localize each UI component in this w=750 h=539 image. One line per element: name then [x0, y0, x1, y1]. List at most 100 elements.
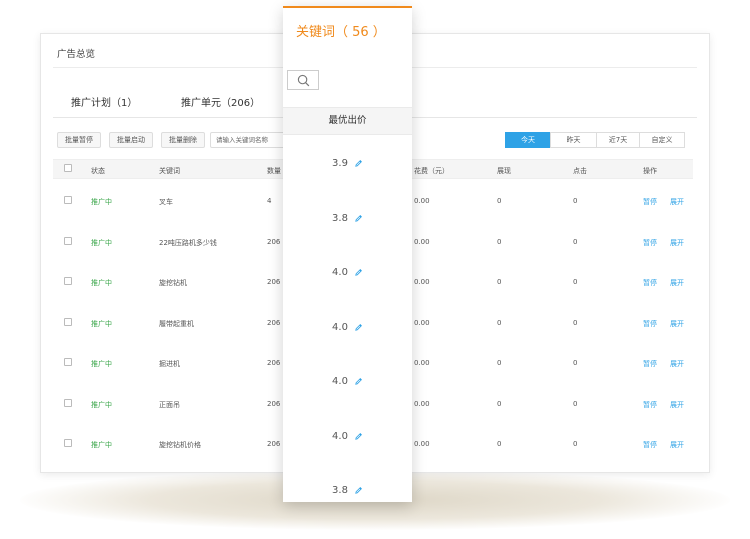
- bid-price-value: 3.9: [332, 158, 348, 169]
- status-text: 推广中: [91, 401, 112, 409]
- status-text: 推广中: [91, 279, 112, 287]
- bid-price-row: 3.9: [283, 158, 412, 169]
- bid-price-row: 4.0: [283, 376, 412, 387]
- batch-pause-button[interactable]: 批量暂停: [57, 132, 101, 148]
- impressions-text: 0: [497, 197, 502, 205]
- pause-link[interactable]: 暂停: [643, 440, 657, 450]
- row-checkbox[interactable]: [64, 277, 72, 285]
- expand-link[interactable]: 展开: [670, 197, 684, 207]
- row-checkbox[interactable]: [64, 318, 72, 326]
- date-tab-today[interactable]: 今天: [505, 132, 551, 148]
- bid-price-row: 3.8: [283, 213, 412, 224]
- bid-price-value: 4.0: [332, 431, 348, 442]
- count-text: 4: [267, 197, 272, 205]
- select-all-checkbox[interactable]: [64, 164, 72, 172]
- clicks-text: 0: [573, 238, 578, 246]
- bid-price-value: 4.0: [332, 376, 348, 387]
- impressions-text: 0: [497, 278, 502, 286]
- date-tab-last7[interactable]: 近7天: [596, 132, 640, 148]
- status-text: 推广中: [91, 441, 112, 449]
- expand-link[interactable]: 展开: [670, 440, 684, 450]
- expand-link[interactable]: 展开: [670, 359, 684, 369]
- expand-link[interactable]: 展开: [670, 278, 684, 288]
- pause-link[interactable]: 暂停: [643, 359, 657, 369]
- status-text: 推广中: [91, 239, 112, 247]
- col-status: 状态: [91, 167, 105, 175]
- keyword-text: 履带起重机: [159, 320, 194, 328]
- panel-column-header: 最优出价: [283, 107, 412, 135]
- expand-link[interactable]: 展开: [670, 319, 684, 329]
- bid-price-row: 3.8: [283, 485, 412, 496]
- count-text: 206: [267, 440, 281, 448]
- pause-link[interactable]: 暂停: [643, 238, 657, 248]
- clicks-text: 0: [573, 197, 578, 205]
- row-checkbox[interactable]: [64, 237, 72, 245]
- impressions-text: 0: [497, 359, 502, 367]
- pause-link[interactable]: 暂停: [643, 319, 657, 329]
- keyword-text: 旋挖钻机: [159, 279, 187, 287]
- impressions-text: 0: [497, 400, 502, 408]
- pencil-icon[interactable]: [354, 486, 363, 495]
- date-tab-custom[interactable]: 自定义: [639, 132, 685, 148]
- batch-delete-button[interactable]: 批量删除: [161, 132, 205, 148]
- clicks-text: 0: [573, 400, 578, 408]
- cost-text: 0.00: [414, 359, 430, 367]
- count-text: 206: [267, 278, 281, 286]
- impressions-text: 0: [497, 238, 502, 246]
- count-text: 206: [267, 359, 281, 367]
- row-checkbox[interactable]: [64, 399, 72, 407]
- row-checkbox[interactable]: [64, 196, 72, 204]
- row-checkbox[interactable]: [64, 358, 72, 366]
- pencil-icon[interactable]: [354, 377, 363, 386]
- cost-text: 0.00: [414, 197, 430, 205]
- col-cost: 花费（元）: [414, 167, 449, 175]
- impressions-text: 0: [497, 319, 502, 327]
- keyword-text: 22吨压路机多少钱: [159, 239, 217, 247]
- date-tab-yesterday[interactable]: 昨天: [550, 132, 597, 148]
- clicks-text: 0: [573, 278, 578, 286]
- col-keyword: 关键词: [159, 167, 180, 175]
- clicks-text: 0: [573, 440, 578, 448]
- status-text: 推广中: [91, 320, 112, 328]
- panel-title: 关键词（ 56 ）: [296, 25, 386, 40]
- tab-plans[interactable]: 推广计划（1）: [71, 94, 137, 109]
- pencil-icon[interactable]: [354, 432, 363, 441]
- pencil-icon[interactable]: [354, 214, 363, 223]
- keyword-text: 掘进机: [159, 360, 180, 368]
- cost-text: 0.00: [414, 400, 430, 408]
- keyword-text: 叉车: [159, 198, 173, 206]
- stage: 广告总览 推广计划（1） 推广单元（206） 批量暂停 批量启动 批量删除 请输…: [0, 0, 750, 539]
- bid-price-row: 4.0: [283, 431, 412, 442]
- cost-text: 0.00: [414, 238, 430, 246]
- tab-units[interactable]: 推广单元（206）: [181, 94, 260, 109]
- cost-text: 0.00: [414, 278, 430, 286]
- cost-text: 0.00: [414, 440, 430, 448]
- clicks-text: 0: [573, 359, 578, 367]
- page-title: 广告总览: [57, 49, 96, 60]
- status-text: 推广中: [91, 198, 112, 206]
- pause-link[interactable]: 暂停: [643, 278, 657, 288]
- keyword-bid-panel: 关键词（ 56 ） 最优出价 3.9 3.8 4.0 4.0 4.0 4.0 3.8: [283, 6, 412, 502]
- batch-start-button[interactable]: 批量启动: [109, 132, 153, 148]
- expand-link[interactable]: 展开: [670, 238, 684, 248]
- pencil-icon[interactable]: [354, 323, 363, 332]
- bid-price-value: 3.8: [332, 485, 348, 496]
- clicks-text: 0: [573, 319, 578, 327]
- cost-text: 0.00: [414, 319, 430, 327]
- bid-price-value: 4.0: [332, 267, 348, 278]
- count-text: 206: [267, 238, 281, 246]
- panel-search-button[interactable]: [287, 70, 319, 90]
- search-icon: [297, 74, 310, 87]
- expand-link[interactable]: 展开: [670, 400, 684, 410]
- bid-price-value: 3.8: [332, 213, 348, 224]
- bid-price-value: 4.0: [332, 322, 348, 333]
- pencil-icon[interactable]: [354, 159, 363, 168]
- pause-link[interactable]: 暂停: [643, 400, 657, 410]
- pencil-icon[interactable]: [354, 268, 363, 277]
- status-text: 推广中: [91, 360, 112, 368]
- pause-link[interactable]: 暂停: [643, 197, 657, 207]
- count-text: 206: [267, 319, 281, 327]
- row-checkbox[interactable]: [64, 439, 72, 447]
- col-actions: 操作: [643, 167, 657, 175]
- col-clicks: 点击: [573, 167, 587, 175]
